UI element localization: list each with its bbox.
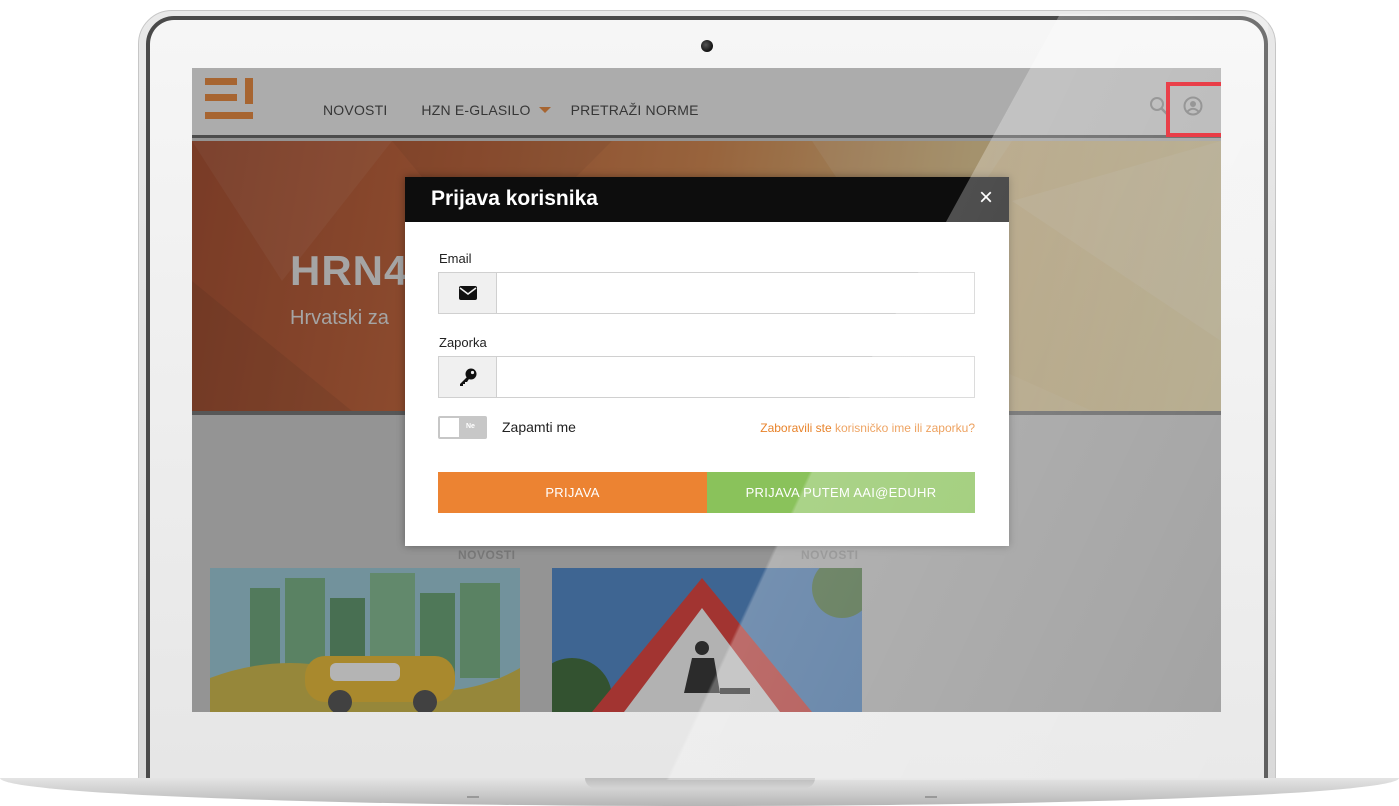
- key-icon: [439, 357, 497, 397]
- login-button[interactable]: PRIJAVA: [438, 472, 707, 513]
- aai-eduhr-login-button[interactable]: PRIJAVA PUTEM AAI@EDUHR: [707, 472, 975, 513]
- browser-screen: NOVOSTI HZN E-GLASILO PRETRAŽI NORME HRN…: [192, 68, 1221, 712]
- modal-title: Prijava korisnika: [431, 187, 598, 210]
- password-label: Zaporka: [439, 335, 487, 350]
- user-icon-highlight-box: [1166, 82, 1221, 137]
- password-field[interactable]: [497, 357, 974, 397]
- email-input-group: [438, 272, 975, 314]
- camera: [701, 40, 713, 52]
- remember-me-label: Zapamti me: [502, 419, 576, 435]
- toggle-knob: [440, 418, 459, 437]
- envelope-icon: [458, 286, 477, 300]
- laptop-foot: [925, 796, 937, 798]
- laptop-foot: [467, 796, 479, 798]
- key-icon: [459, 368, 476, 386]
- email-label: Email: [439, 251, 472, 266]
- envelope-icon: [439, 273, 497, 313]
- toggle-state-label: Ne: [466, 423, 475, 430]
- close-icon[interactable]: ×: [979, 186, 993, 210]
- forgot-credentials-link[interactable]: Zaboravili ste korisničko ime ili zapork…: [760, 421, 975, 435]
- laptop-base-notch: [585, 778, 815, 788]
- email-field[interactable]: [497, 273, 974, 313]
- remember-me-toggle[interactable]: Ne: [438, 416, 487, 439]
- modal-header: Prijava korisnika ×: [405, 177, 1009, 222]
- password-input-group: [438, 356, 975, 398]
- login-modal: Prijava korisnika × Email Zaporka Ne Zap…: [405, 177, 1009, 546]
